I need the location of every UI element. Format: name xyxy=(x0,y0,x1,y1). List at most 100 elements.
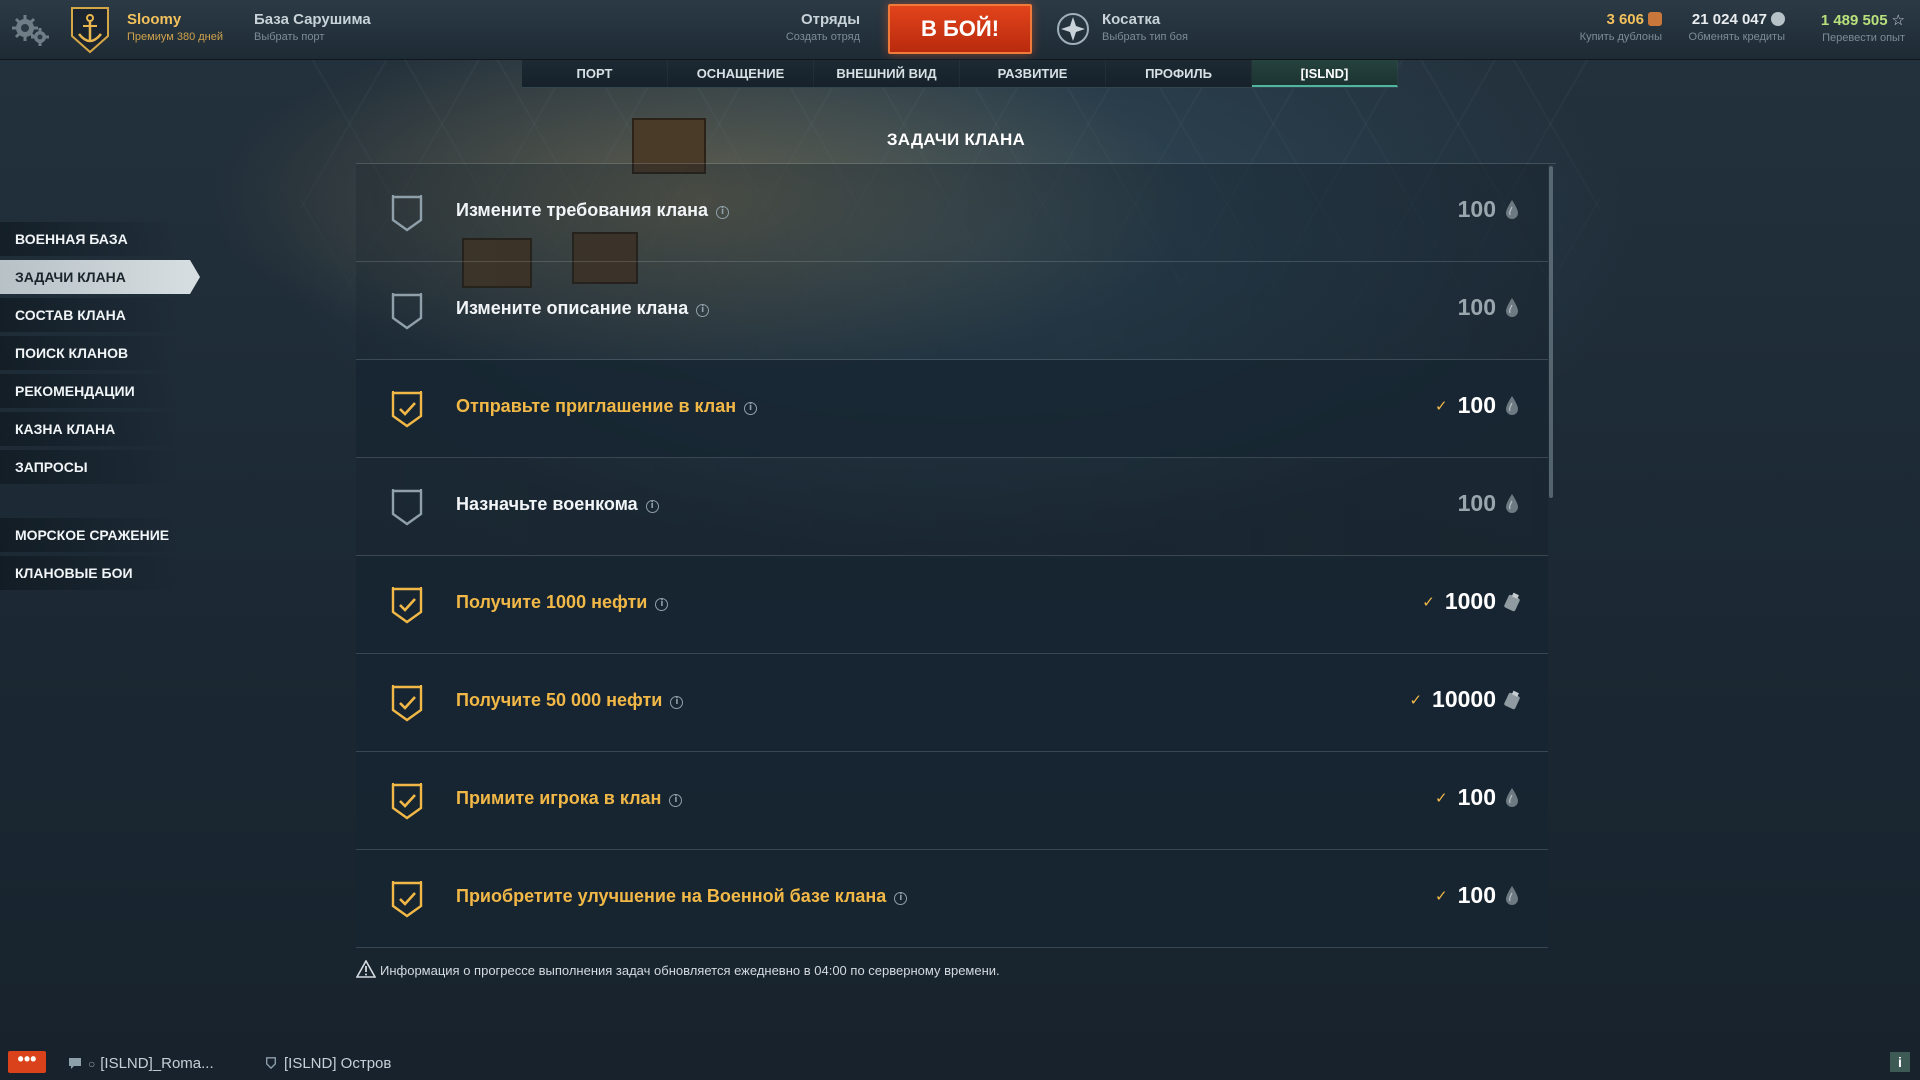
task-complete-icon xyxy=(391,391,423,428)
battle-type-icon[interactable] xyxy=(1056,12,1090,46)
reward-value: 100 xyxy=(1457,392,1496,418)
info-icon[interactable]: i xyxy=(894,892,908,905)
battle-type-title: Косатка xyxy=(1102,11,1161,28)
sidebar-item-clan-members[interactable]: СОСТАВ КЛАНА xyxy=(0,298,180,332)
chat-tab-2[interactable]: [ISLND] Остров xyxy=(264,1055,391,1072)
sidebar-item-treasury[interactable]: КАЗНА КЛАНА xyxy=(0,412,180,446)
warning-icon xyxy=(356,960,376,978)
credits-block[interactable]: 21 024 047 Обменять кредиты xyxy=(1689,11,1785,43)
task-title-text: Получите 50 000 нефти xyxy=(456,690,663,710)
user-block[interactable]: Sloomy Премиум 380 дней xyxy=(127,11,223,43)
chat-tab-1-label: [ISLND]_Roma... xyxy=(100,1055,214,1072)
sidebar-item-requests[interactable]: ЗАПРОСЫ xyxy=(0,450,180,484)
sidebar-item-recommendations[interactable]: РЕКОМЕНДАЦИИ xyxy=(0,374,180,408)
reward-value: 100 xyxy=(1457,294,1496,320)
port-selector[interactable]: База Сарушима Выбрать порт xyxy=(254,11,371,43)
oil-drop-icon xyxy=(1506,199,1518,219)
task-row: Отправьте приглашение в клан i ✓ 100 xyxy=(356,360,1548,458)
squads-subtitle: Создать отряд xyxy=(785,31,860,43)
credits-value: 21 024 047 xyxy=(1691,11,1767,28)
oil-barrel-icon xyxy=(1504,592,1520,611)
task-complete-icon xyxy=(391,587,423,624)
checkmark-icon: ✓ xyxy=(1435,396,1448,415)
task-reward: 100 xyxy=(1458,196,1520,223)
port-subtitle: Выбрать порт xyxy=(254,31,325,43)
info-note-text: Информация о прогрессе выполнения задач … xyxy=(380,963,1000,978)
task-title-text: Получите 1000 нефти xyxy=(456,592,648,612)
oil-barrel-icon xyxy=(1504,690,1520,709)
tab-equipment[interactable]: ОСНАЩЕНИЕ xyxy=(668,60,814,87)
tab-clan[interactable]: [ISLND] xyxy=(1252,60,1398,87)
main-tabs: ПОРТ ОСНАЩЕНИЕ ВНЕШНИЙ ВИД РАЗВИТИЕ ПРОФ… xyxy=(522,60,1398,88)
sidebar-item-clan-battles[interactable]: КЛАНОВЫЕ БОИ xyxy=(0,556,180,590)
task-reward: ✓ 10000 xyxy=(1409,686,1520,713)
task-reward: ✓ 100 xyxy=(1435,392,1520,419)
clan-sidebar: ВОЕННАЯ БАЗА ЗАДАЧИ КЛАНА СОСТАВ КЛАНА П… xyxy=(0,222,200,594)
chat-tab-1[interactable]: ○ [ISLND]_Roma... xyxy=(68,1055,214,1072)
doubloons-value: 3 606 xyxy=(1606,11,1644,28)
task-row: Измените описание клана i 100 xyxy=(356,262,1548,360)
info-icon[interactable]: i xyxy=(669,794,683,807)
tab-development[interactable]: РАЗВИТИЕ xyxy=(960,60,1106,87)
xp-label: Перевести опыт xyxy=(1822,32,1905,44)
tab-profile[interactable]: ПРОФИЛЬ xyxy=(1106,60,1252,87)
premium-anchor-icon[interactable] xyxy=(68,6,112,54)
sidebar-item-military-base[interactable]: ВОЕННАЯ БАЗА xyxy=(0,222,180,256)
info-icon[interactable]: i xyxy=(645,500,659,513)
battle-type-selector[interactable]: Косатка Выбрать тип боя xyxy=(1102,11,1188,43)
task-reward: ✓ 1000 xyxy=(1422,588,1520,615)
credit-icon xyxy=(1771,12,1785,26)
checkmark-icon: ✓ xyxy=(1422,592,1435,611)
xp-block[interactable]: 1 489 505 ☆ Перевести опыт xyxy=(1821,11,1905,44)
task-title-text: Примите игрока в клан xyxy=(456,788,662,808)
reward-value: 10000 xyxy=(1432,686,1496,712)
checkmark-icon: ✓ xyxy=(1409,690,1423,709)
task-title-text: Приобретите улучшение на Военной базе кл… xyxy=(456,886,887,906)
task-list: Измените требования клана i 100 Измените оп… xyxy=(356,164,1548,948)
battle-type-subtitle: Выбрать тип боя xyxy=(1102,31,1188,43)
doubloons-block[interactable]: 3 606 Купить дублоны xyxy=(1580,11,1662,43)
info-icon[interactable]: i xyxy=(744,402,758,415)
task-title-text: Измените описание клана xyxy=(456,298,689,318)
chat-tab-2-label: [ISLND] Остров xyxy=(284,1055,392,1072)
battle-button[interactable]: В БОЙ! xyxy=(888,4,1032,54)
info-button[interactable]: i xyxy=(1890,1052,1910,1072)
oil-drop-icon xyxy=(1506,395,1518,415)
task-title: Отправьте приглашение в клан i xyxy=(456,396,758,417)
task-title-text: Назначьте военкома xyxy=(456,494,638,514)
info-icon[interactable]: i xyxy=(716,206,730,219)
squads-title: Отряды xyxy=(800,11,860,28)
oil-drop-icon xyxy=(1506,297,1518,317)
task-title: Получите 1000 нефти i xyxy=(456,592,669,613)
doubloon-icon xyxy=(1648,12,1662,26)
info-icon[interactable]: i xyxy=(696,304,710,317)
oil-drop-icon xyxy=(1506,885,1518,905)
reward-value: 100 xyxy=(1457,196,1496,222)
task-reward: ✓ 100 xyxy=(1435,882,1520,909)
sidebar-item-clan-search[interactable]: ПОИСК КЛАНОВ xyxy=(0,336,180,370)
reward-value: 100 xyxy=(1457,882,1496,908)
info-icon[interactable]: i xyxy=(655,598,669,611)
reward-value: 1000 xyxy=(1444,588,1496,614)
credits-label: Обменять кредиты xyxy=(1688,31,1785,43)
task-reward: 100 xyxy=(1458,490,1520,517)
checkmark-icon: ✓ xyxy=(1435,886,1448,905)
task-reward: ✓ 100 xyxy=(1435,784,1520,811)
info-icon[interactable]: i xyxy=(670,696,684,709)
premium-status: Премиум 380 дней xyxy=(127,31,224,43)
task-list-scrollbar[interactable] xyxy=(1549,166,1553,498)
star-icon: ☆ xyxy=(1891,11,1905,29)
task-row: Получите 50 000 нефти i ✓ 10000 xyxy=(356,654,1548,752)
info-note: Информация о прогрессе выполнения задач … xyxy=(356,960,1000,978)
squads-button[interactable]: Отряды Создать отряд xyxy=(785,11,860,43)
tab-port[interactable]: ПОРТ xyxy=(522,60,668,87)
reward-value: 100 xyxy=(1457,784,1496,810)
settings-gear-icon[interactable] xyxy=(10,12,50,48)
sidebar-item-naval-battle[interactable]: МОРСКОЕ СРАЖЕНИЕ xyxy=(0,518,180,552)
chat-menu-button[interactable]: ••• xyxy=(8,1050,46,1073)
sidebar-item-clan-tasks[interactable]: ЗАДАЧИ КЛАНА xyxy=(0,260,200,294)
task-row: Получите 1000 нефти i ✓ 1000 xyxy=(356,556,1548,654)
task-pending-icon xyxy=(391,293,423,330)
task-row: Измените требования клана i 100 xyxy=(356,164,1548,262)
tab-appearance[interactable]: ВНЕШНИЙ ВИД xyxy=(814,60,960,87)
